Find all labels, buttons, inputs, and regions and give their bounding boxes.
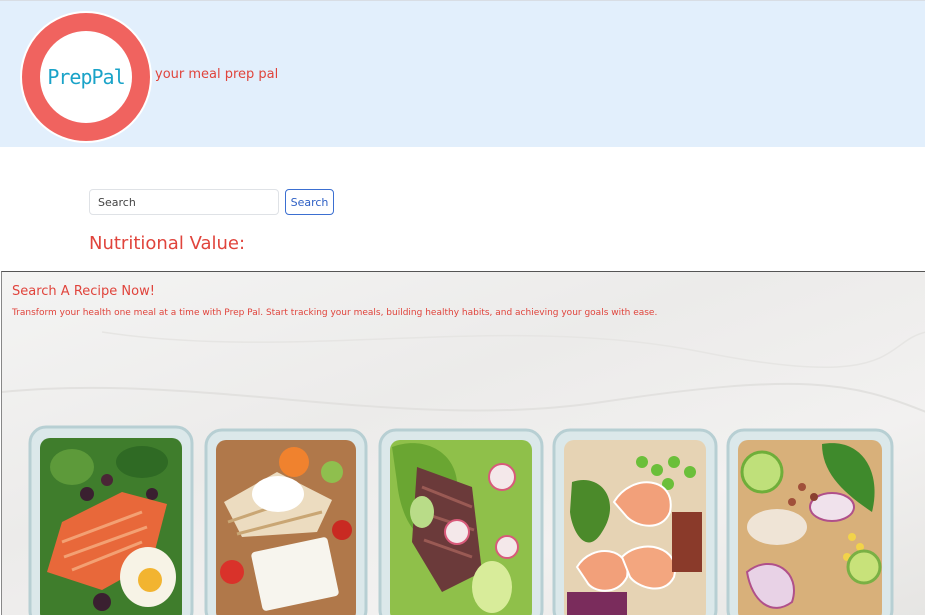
hero-description: Transform your health one meal at a time… (12, 308, 658, 318)
logo-badge: PrepPal (40, 31, 132, 123)
search-input[interactable] (89, 189, 279, 215)
meal-prep-photo (2, 331, 925, 615)
hero-title: Search A Recipe Now! (12, 284, 155, 299)
nutritional-value-heading: Nutritional Value: (89, 233, 246, 254)
site-header: PrepPal your meal prep pal (0, 0, 925, 147)
search-button[interactable]: Search (285, 189, 334, 215)
hero-banner: Search A Recipe Now! Transform your heal… (1, 271, 925, 615)
tagline: your meal prep pal (155, 67, 279, 82)
preppal-logo[interactable]: PrepPal (20, 11, 152, 143)
logo-text: PrepPal (47, 65, 125, 89)
